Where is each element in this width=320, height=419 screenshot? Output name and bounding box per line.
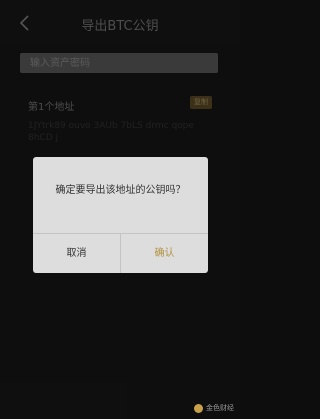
confirm-button[interactable]: 确认 xyxy=(121,234,208,273)
confirm-dialog: 确定要导出该地址的公钥吗？ 取消 确认 xyxy=(33,157,208,273)
cancel-button[interactable]: 取消 xyxy=(33,234,120,273)
watermark: 金色财经 xyxy=(194,403,234,413)
watermark-text: 金色财经 xyxy=(206,404,234,412)
watermark-logo-icon xyxy=(194,403,203,413)
dialog-message: 确定要导出该地址的公钥吗？ xyxy=(55,185,186,196)
export-pubkey-screen: 导出BTC公钥 第1个地址 复制 1JYtrk89 ouvo 3AUb 7bLS… xyxy=(0,0,240,419)
